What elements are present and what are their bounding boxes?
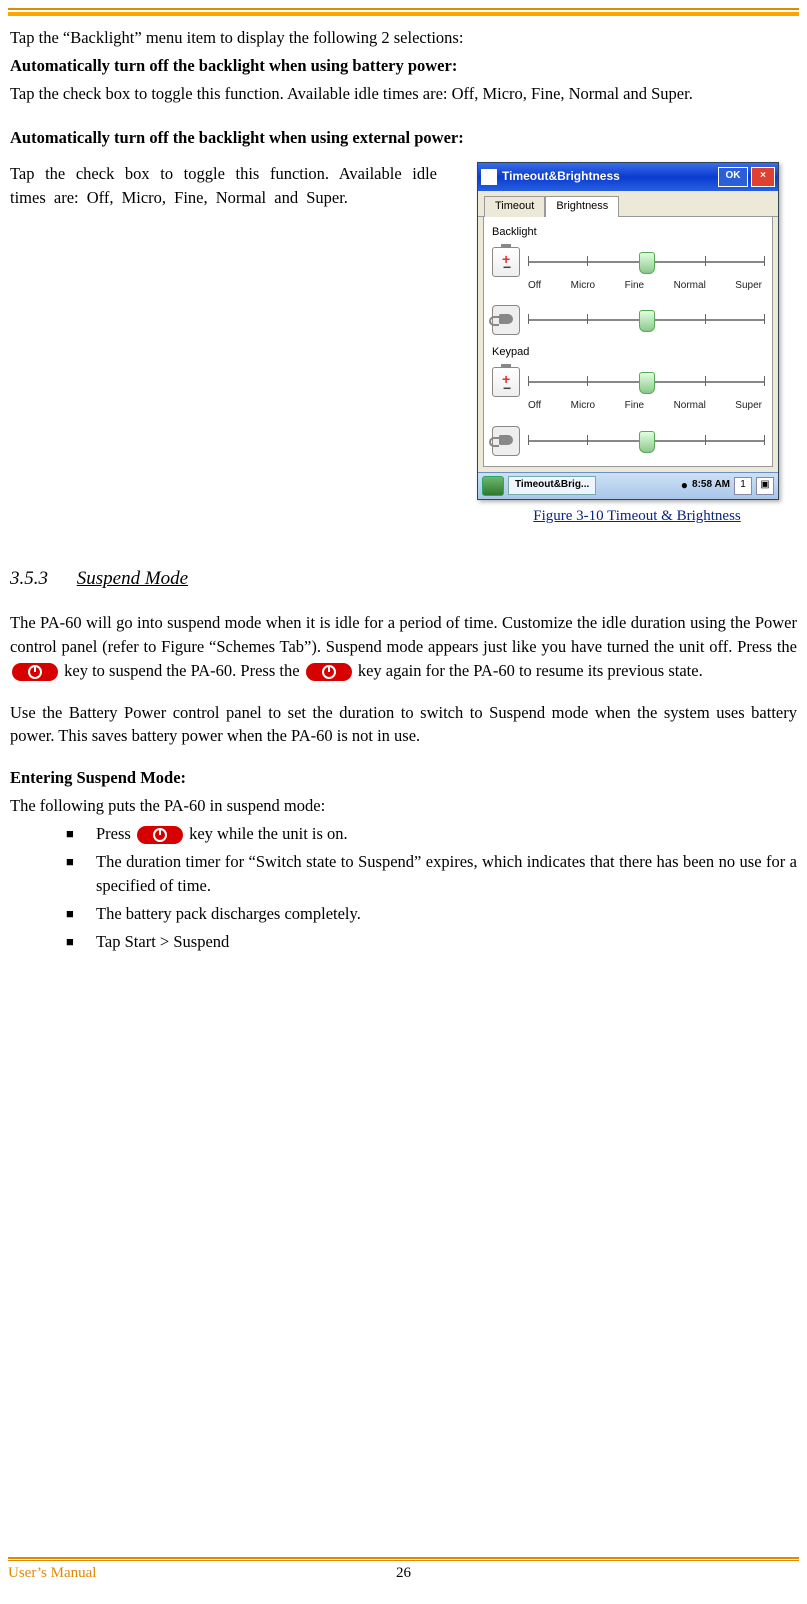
bullet-3: The battery pack discharges completely. xyxy=(96,902,797,926)
group-keypad-label: Keypad xyxy=(492,345,764,361)
bullet-4: Tap Start > Suspend xyxy=(96,930,797,954)
heading-battery: Automatically turn off the backlight whe… xyxy=(10,54,797,78)
suspend-para1: The PA-60 will go into suspend mode when… xyxy=(10,611,797,683)
heading-external: Automatically turn off the backlight whe… xyxy=(10,126,797,150)
intro-line: Tap the “Backlight” menu item to display… xyxy=(10,26,797,50)
text: Press xyxy=(96,824,135,843)
tab-panel: Backlight +− xyxy=(483,217,773,467)
start-button[interactable] xyxy=(482,476,504,496)
para-battery: Tap the check box to toggle this functio… xyxy=(10,82,797,106)
keypad-plug-slider[interactable] xyxy=(528,429,764,453)
tab-brightness[interactable]: Brightness xyxy=(545,196,619,217)
screenshot-window: Timeout&Brightness OK × Timeout Brightne… xyxy=(477,162,779,500)
tray-icon[interactable]: ● xyxy=(681,477,688,494)
taskbar-app[interactable]: Timeout&Brig... xyxy=(508,476,596,495)
text: The PA-60 will go into suspend mode when… xyxy=(10,613,797,656)
footer-page-number: 26 xyxy=(396,1565,411,1582)
tab-timeout[interactable]: Timeout xyxy=(484,196,545,217)
suspend-para2: Use the Battery Power control panel to s… xyxy=(10,701,797,749)
text: key while the unit is on. xyxy=(189,824,348,843)
taskbar: Timeout&Brig... ● 8:58 AM 1 ▣ xyxy=(478,472,778,499)
tick-off: Off xyxy=(528,399,541,414)
backlight-battery-row: +− xyxy=(492,247,764,277)
battery-icon: +− xyxy=(492,247,520,277)
keypad-plug-row xyxy=(492,426,764,456)
battery-icon: +− xyxy=(492,367,520,397)
footer-manual-label: User’s Manual xyxy=(8,1565,404,1582)
header-rule-thick xyxy=(8,12,799,16)
header-rule-thin xyxy=(8,8,799,10)
backlight-battery-slider[interactable] xyxy=(528,250,764,274)
entering-intro: The following puts the PA-60 in suspend … xyxy=(10,794,797,818)
taskbar-desktop-icon[interactable]: ▣ xyxy=(756,477,774,495)
power-key-icon xyxy=(12,663,58,681)
text: key again for the PA-60 to resume its pr… xyxy=(358,661,703,680)
backlight-plug-row xyxy=(492,305,764,335)
tick-micro: Micro xyxy=(571,279,595,294)
tick-normal: Normal xyxy=(674,399,706,414)
bullet-list: Press key while the unit is on. The dura… xyxy=(10,822,797,954)
tick-fine: Fine xyxy=(625,279,644,294)
backlight-battery-ticks: Off Micro Fine Normal Super xyxy=(526,279,764,300)
window-title: Timeout&Brightness xyxy=(502,168,715,185)
spacer xyxy=(10,687,797,697)
titlebar: Timeout&Brightness OK × xyxy=(478,163,778,191)
spacer xyxy=(10,752,797,762)
entering-heading: Entering Suspend Mode: xyxy=(10,766,797,790)
spacer xyxy=(10,110,797,122)
keypad-battery-slider[interactable] xyxy=(528,370,764,394)
para-external: Tap the check box to toggle this functio… xyxy=(10,162,437,210)
keypad-battery-row: +− xyxy=(492,367,764,397)
power-key-icon xyxy=(137,826,183,844)
section-number: 3.5.3 xyxy=(10,568,48,589)
page-footer: User’s Manual 26 xyxy=(8,1557,799,1582)
tick-micro: Micro xyxy=(571,399,595,414)
bullet-2: The duration timer for “Switch state to … xyxy=(96,850,797,898)
group-backlight-label: Backlight xyxy=(492,225,764,241)
tab-strip: Timeout Brightness xyxy=(478,191,778,217)
plug-icon xyxy=(492,426,520,456)
text: key to suspend the PA-60. Press the xyxy=(64,661,304,680)
tick-super: Super xyxy=(735,279,762,294)
taskbar-time: 8:58 AM xyxy=(692,478,730,493)
ok-button[interactable]: OK xyxy=(718,167,748,187)
keypad-battery-ticks: Off Micro Fine Normal Super xyxy=(526,399,764,420)
figure-caption: Figure 3-10 Timeout & Brightness xyxy=(477,506,797,528)
backlight-plug-slider[interactable] xyxy=(528,308,764,332)
bullet-1: Press key while the unit is on. xyxy=(96,822,797,846)
power-key-icon xyxy=(306,663,352,681)
tick-off: Off xyxy=(528,279,541,294)
close-button[interactable]: × xyxy=(751,167,775,187)
plug-icon xyxy=(492,305,520,335)
section-heading: 3.5.3 Suspend Mode xyxy=(10,565,797,593)
tick-super: Super xyxy=(735,399,762,414)
window-icon xyxy=(481,169,497,185)
section-title: Suspend Mode xyxy=(77,568,188,589)
tick-normal: Normal xyxy=(674,279,706,294)
tick-fine: Fine xyxy=(625,399,644,414)
taskbar-indicator[interactable]: 1 xyxy=(734,477,752,495)
